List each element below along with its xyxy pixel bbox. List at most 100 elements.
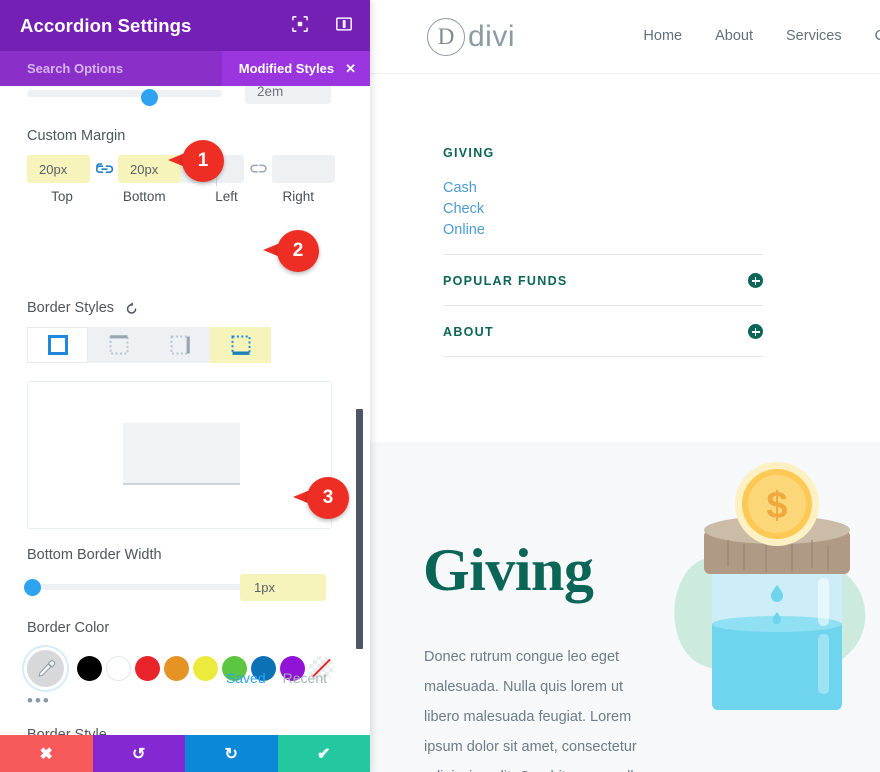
panel-scrollbar-thumb[interactable] bbox=[356, 409, 363, 649]
border-style-label: Border Style bbox=[27, 727, 107, 735]
callout-number: 2 bbox=[277, 230, 319, 272]
close-icon[interactable]: ✕ bbox=[345, 61, 356, 77]
redo-icon: ↻ bbox=[224, 745, 238, 763]
cancel-button[interactable]: ✖ bbox=[0, 735, 93, 772]
border-style-bottom-button[interactable] bbox=[210, 327, 271, 363]
border-styles-group: Border Styles bbox=[27, 300, 332, 363]
accordion-header-giving[interactable]: GIVING bbox=[443, 128, 763, 160]
search-input[interactable]: Search Options bbox=[0, 61, 123, 76]
giving-hero-section: Giving Donec rutrum congue leo eget male… bbox=[370, 442, 880, 772]
color-swatch-red[interactable] bbox=[135, 656, 160, 681]
link-broken-icon[interactable] bbox=[244, 163, 272, 175]
callout-marker-1: 1 bbox=[168, 140, 224, 182]
border-style-group: Border Style Solid bbox=[27, 727, 332, 735]
caption-top: Top bbox=[51, 189, 73, 204]
callout-marker-3: 3 bbox=[293, 477, 349, 519]
modified-styles-label: Modified Styles bbox=[238, 61, 335, 76]
bottom-border-width-label: Bottom Border Width bbox=[27, 547, 162, 563]
panel-layout-icon[interactable] bbox=[335, 15, 353, 33]
border-styles-options bbox=[27, 327, 332, 363]
border-style-right-button[interactable] bbox=[149, 327, 210, 363]
checkmark-icon: ✔ bbox=[317, 745, 331, 763]
all-borders-icon bbox=[47, 335, 68, 355]
accordion-body-giving: Cash Check Online bbox=[443, 160, 763, 241]
color-swatch-orange[interactable] bbox=[164, 656, 189, 681]
border-color-group: Border Color ••• Saved Recent bbox=[27, 620, 335, 709]
panel-scrollbar[interactable] bbox=[356, 0, 367, 649]
divi-builder-screen: D divi Home About Services Cor GIVING Ca… bbox=[0, 0, 880, 772]
margin-right-input[interactable] bbox=[272, 155, 335, 183]
accordion-header-about[interactable]: ABOUT bbox=[443, 306, 763, 339]
nav-item-contact[interactable]: Cor bbox=[875, 28, 880, 44]
panel-title-icons bbox=[291, 15, 353, 33]
nav-item-about[interactable]: About bbox=[715, 28, 753, 44]
accordion-header-popular-funds[interactable]: POPULAR FUNDS bbox=[443, 255, 763, 288]
partial-slider-knob[interactable] bbox=[141, 89, 158, 106]
eyedropper-icon[interactable] bbox=[27, 650, 64, 687]
accordion-title: ABOUT bbox=[443, 324, 494, 339]
color-swatch-white[interactable] bbox=[106, 656, 131, 681]
color-swatch-black[interactable] bbox=[77, 656, 102, 681]
bottom-border-width-slider[interactable] bbox=[27, 584, 245, 590]
color-swatch-yellow[interactable] bbox=[193, 656, 218, 681]
svg-text:$: $ bbox=[766, 485, 787, 527]
tab-recent[interactable]: Recent bbox=[283, 670, 327, 686]
bottom-border-width-knob[interactable] bbox=[24, 579, 41, 596]
link-connected-icon[interactable] bbox=[90, 162, 118, 176]
border-style-top-button[interactable] bbox=[88, 327, 149, 363]
callout-number: 3 bbox=[307, 477, 349, 519]
margin-top-input[interactable]: 20px bbox=[27, 155, 90, 183]
panel-title-bar: Accordion Settings bbox=[0, 0, 370, 51]
giving-link-cash[interactable]: Cash bbox=[443, 178, 763, 199]
accordion-title: POPULAR FUNDS bbox=[443, 273, 568, 288]
giving-link-online[interactable]: Online bbox=[443, 220, 763, 241]
panel-options-scroll: 2em Custom Margin 20px 20px Top Bottom L… bbox=[0, 86, 370, 735]
logo-wordmark: divi bbox=[468, 20, 516, 53]
partial-slider-value[interactable]: 2em bbox=[245, 86, 331, 104]
tab-saved[interactable]: Saved bbox=[226, 670, 266, 686]
caption-right: Right bbox=[282, 189, 314, 204]
plus-circle-icon[interactable] bbox=[748, 324, 763, 339]
border-color-tabs: Saved Recent bbox=[226, 670, 327, 686]
border-color-label: Border Color bbox=[27, 620, 110, 636]
giving-link-check[interactable]: Check bbox=[443, 199, 763, 220]
accordion-title: GIVING bbox=[443, 146, 495, 160]
border-preview-box bbox=[123, 423, 240, 485]
logo-circle-d-icon: D bbox=[427, 18, 465, 56]
accordion-item-about: ABOUT bbox=[443, 306, 763, 357]
save-button[interactable]: ✔ bbox=[277, 735, 370, 772]
top-border-icon bbox=[109, 335, 128, 355]
reset-arrow-icon[interactable] bbox=[124, 301, 139, 316]
callout-marker-2: 2 bbox=[263, 230, 319, 272]
bottom-border-width-group: Bottom Border Width 1px bbox=[24, 547, 335, 601]
focus-target-icon[interactable] bbox=[291, 15, 309, 33]
custom-margin-captions: Top Bottom Left Right bbox=[27, 189, 335, 204]
close-icon: ✖ bbox=[39, 745, 53, 763]
border-styles-label: Border Styles bbox=[27, 300, 115, 316]
bottom-border-icon bbox=[231, 335, 250, 355]
border-style-all-button[interactable] bbox=[27, 327, 88, 363]
site-logo[interactable]: D divi bbox=[427, 18, 515, 56]
caption-left: Left bbox=[215, 189, 238, 204]
ellipsis-icon[interactable]: ••• bbox=[27, 692, 335, 709]
hero-body-text: Donec rutrum congue leo eget malesuada. … bbox=[424, 649, 642, 772]
plus-circle-icon[interactable] bbox=[748, 273, 763, 288]
accordion-item-popular-funds: POPULAR FUNDS bbox=[443, 255, 763, 306]
accordion-module: GIVING Cash Check Online POPULAR FUNDS A… bbox=[443, 128, 763, 357]
panel-title: Accordion Settings bbox=[20, 14, 192, 36]
right-border-icon bbox=[170, 335, 190, 355]
partial-slider-track[interactable] bbox=[27, 89, 222, 106]
redo-button[interactable]: ↻ bbox=[185, 735, 278, 772]
border-styles-header: Border Styles bbox=[27, 300, 332, 316]
border-preview-area bbox=[27, 381, 332, 529]
nav-item-services[interactable]: Services bbox=[786, 28, 842, 44]
panel-action-bar: ✖ ↺ ↻ ✔ bbox=[0, 735, 370, 772]
bottom-border-width-input[interactable]: 1px bbox=[240, 574, 326, 601]
hero-title: Giving bbox=[423, 537, 594, 603]
accordion-settings-panel: Accordion Settings Search Options Modifi… bbox=[0, 0, 370, 772]
undo-icon: ↺ bbox=[132, 745, 146, 763]
undo-button[interactable]: ↺ bbox=[92, 735, 185, 772]
nav-item-home[interactable]: Home bbox=[643, 28, 682, 44]
modified-styles-filter[interactable]: Modified Styles ✕ bbox=[221, 51, 370, 86]
caption-bottom: Bottom bbox=[122, 189, 166, 204]
